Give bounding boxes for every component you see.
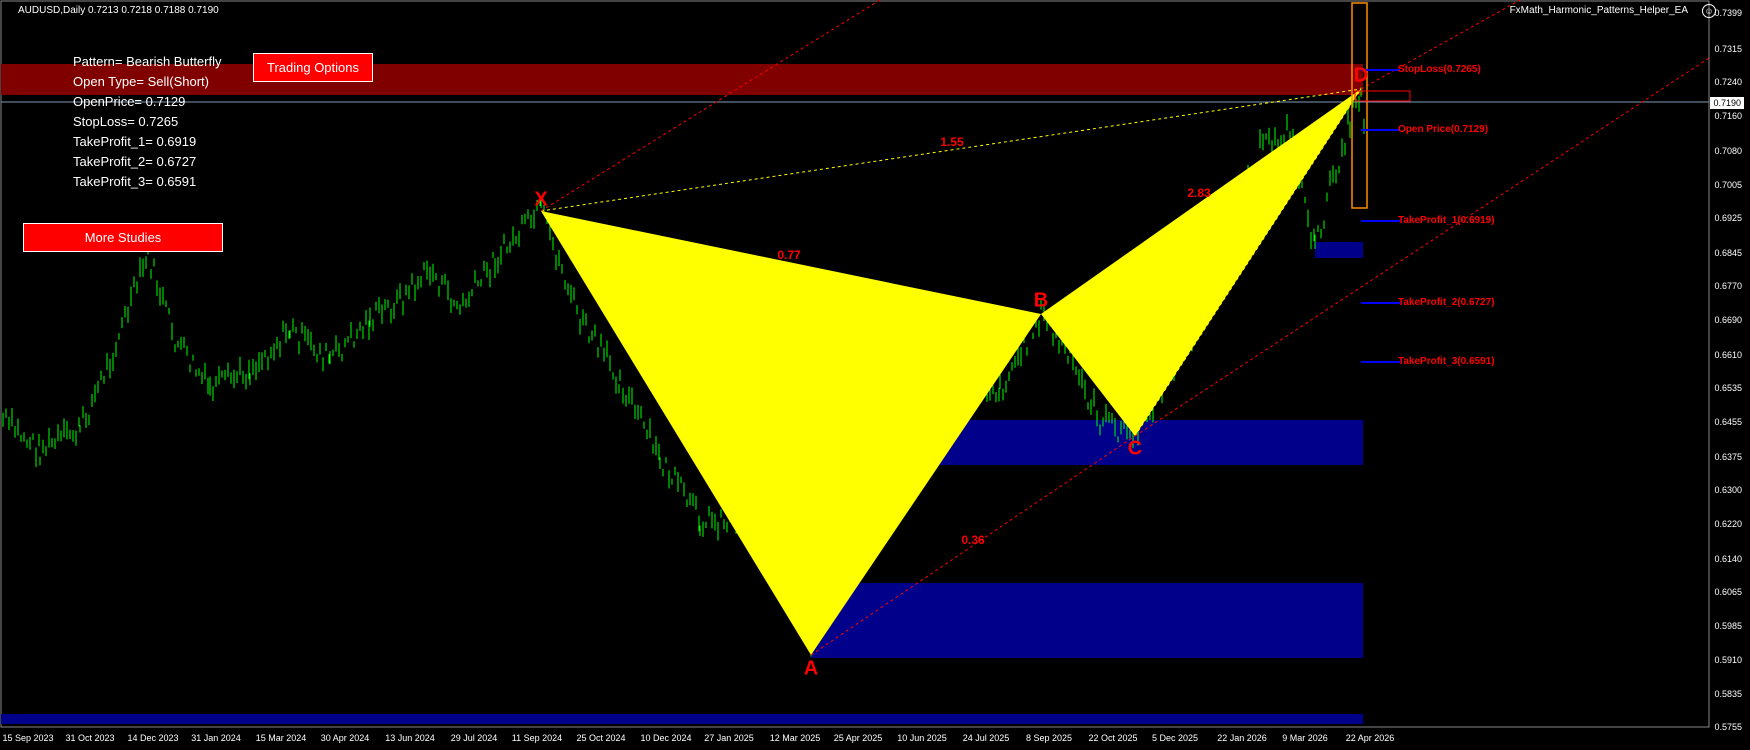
date-label: 11 Sep 2024 bbox=[511, 733, 563, 743]
price-label: 0.6770 bbox=[1714, 281, 1742, 291]
price-label: 0.6375 bbox=[1714, 452, 1742, 462]
price-label: 0.7080 bbox=[1714, 146, 1742, 156]
demand-zone-bottom bbox=[1, 714, 1363, 724]
date-label: 22 Oct 2025 bbox=[1088, 733, 1138, 743]
info-tp1: TakeProfit_1= 0.6919 bbox=[73, 134, 197, 149]
symbol-label: AUDUSD,Daily 0.7213 0.7218 0.7188 0.7190 bbox=[18, 5, 219, 16]
demand-zone-d bbox=[1315, 242, 1363, 258]
point-d-label: D bbox=[1353, 64, 1369, 87]
price-label: 0.6925 bbox=[1714, 213, 1742, 223]
trading-options-button[interactable]: Trading Options bbox=[253, 53, 373, 82]
date-label: 25 Apr 2025 bbox=[833, 733, 883, 743]
date-label: 15 Mar 2024 bbox=[255, 733, 307, 743]
channel-d bbox=[1360, 0, 1521, 90]
price-chart[interactable] bbox=[0, 0, 1750, 750]
point-a-label: A bbox=[803, 657, 819, 680]
price-label: 0.6140 bbox=[1714, 554, 1742, 564]
point-b-label: B bbox=[1033, 289, 1049, 312]
date-label: 10 Jun 2025 bbox=[897, 733, 947, 743]
tp1-level-label: TakeProfit_1(0.6919) bbox=[1398, 215, 1495, 226]
info-open-price: OpenPrice= 0.7129 bbox=[73, 94, 186, 109]
open-price-level-label: Open Price(0.7129) bbox=[1398, 124, 1489, 135]
price-label: 0.5985 bbox=[1714, 621, 1742, 631]
ratio-bd-label: 2.83 bbox=[1187, 186, 1211, 200]
demand-zone-a bbox=[811, 583, 1363, 658]
date-label: 31 Jan 2024 bbox=[191, 733, 241, 743]
more-studies-button[interactable]: More Studies bbox=[23, 223, 223, 252]
date-label: 12 Mar 2025 bbox=[769, 733, 821, 743]
date-label: 29 Jul 2024 bbox=[450, 733, 498, 743]
price-label: 0.6220 bbox=[1714, 519, 1742, 529]
info-stoploss: StopLoss= 0.7265 bbox=[73, 114, 179, 129]
info-tp2: TakeProfit_2= 0.6727 bbox=[73, 154, 197, 169]
date-label: 22 Apr 2026 bbox=[1345, 733, 1395, 743]
price-label: 0.6690 bbox=[1714, 315, 1742, 325]
current-price-badge: 0.7190 bbox=[1710, 97, 1744, 109]
ea-name-label: FxMath_Harmonic_Patterns_Helper_EA bbox=[1509, 5, 1688, 16]
price-label: 0.6455 bbox=[1714, 417, 1742, 427]
price-label: 0.6300 bbox=[1714, 485, 1742, 495]
date-label: 30 Apr 2024 bbox=[320, 733, 370, 743]
price-label: 0.5835 bbox=[1714, 689, 1742, 699]
price-label: 0.5910 bbox=[1714, 655, 1742, 665]
pattern-bcd-triangle bbox=[1041, 89, 1361, 436]
ratio-ac-label: 0.36 bbox=[961, 533, 985, 547]
date-label: 9 Mar 2026 bbox=[1282, 733, 1328, 743]
point-c-label: C bbox=[1127, 437, 1143, 460]
info-open-type: Open Type= Sell(Short) bbox=[73, 74, 209, 89]
ratio-xb-label: 0.77 bbox=[777, 248, 801, 262]
date-label: 24 Jul 2025 bbox=[962, 733, 1010, 743]
info-panel: Pattern= Bearish Butterfly Open Type= Se… bbox=[73, 52, 222, 192]
price-label: 0.6610 bbox=[1714, 350, 1742, 360]
date-label: 5 Dec 2025 bbox=[1151, 733, 1199, 743]
date-label: 31 Oct 2023 bbox=[65, 733, 115, 743]
point-x-label: X bbox=[534, 188, 548, 211]
date-label: 10 Dec 2024 bbox=[640, 733, 692, 743]
date-label: 22 Jan 2026 bbox=[1217, 733, 1267, 743]
price-label: 0.7160 bbox=[1714, 111, 1742, 121]
tp2-level-label: TakeProfit_2(0.6727) bbox=[1398, 297, 1495, 308]
tp3-level-label: TakeProfit_3(0.6591) bbox=[1398, 356, 1495, 367]
price-label: 0.7240 bbox=[1714, 77, 1742, 87]
date-label: 25 Oct 2024 bbox=[576, 733, 626, 743]
date-label: 27 Jan 2025 bbox=[704, 733, 754, 743]
price-label: 0.7005 bbox=[1714, 180, 1742, 190]
d-price-box bbox=[1354, 90, 1411, 102]
price-label: 0.6845 bbox=[1714, 248, 1742, 258]
price-label: 0.6065 bbox=[1714, 587, 1742, 597]
info-pattern: Pattern= Bearish Butterfly bbox=[73, 54, 222, 69]
price-label: 0.7315 bbox=[1714, 44, 1742, 54]
stoploss-level-label: StopLoss(0.7265) bbox=[1398, 64, 1481, 75]
date-label: 15 Sep 2023 bbox=[2, 733, 54, 743]
price-label: 0.7399 bbox=[1714, 8, 1742, 18]
date-label: 8 Sep 2025 bbox=[1025, 733, 1073, 743]
ratio-xd-label: 1.55 bbox=[940, 135, 964, 149]
date-label: 13 Jun 2024 bbox=[385, 733, 435, 743]
price-label: 0.6535 bbox=[1714, 383, 1742, 393]
date-label: 14 Dec 2023 bbox=[127, 733, 179, 743]
price-label: 0.5755 bbox=[1714, 722, 1742, 732]
channel-upper bbox=[540, 0, 881, 212]
info-tp3: TakeProfit_3= 0.6591 bbox=[73, 174, 197, 189]
